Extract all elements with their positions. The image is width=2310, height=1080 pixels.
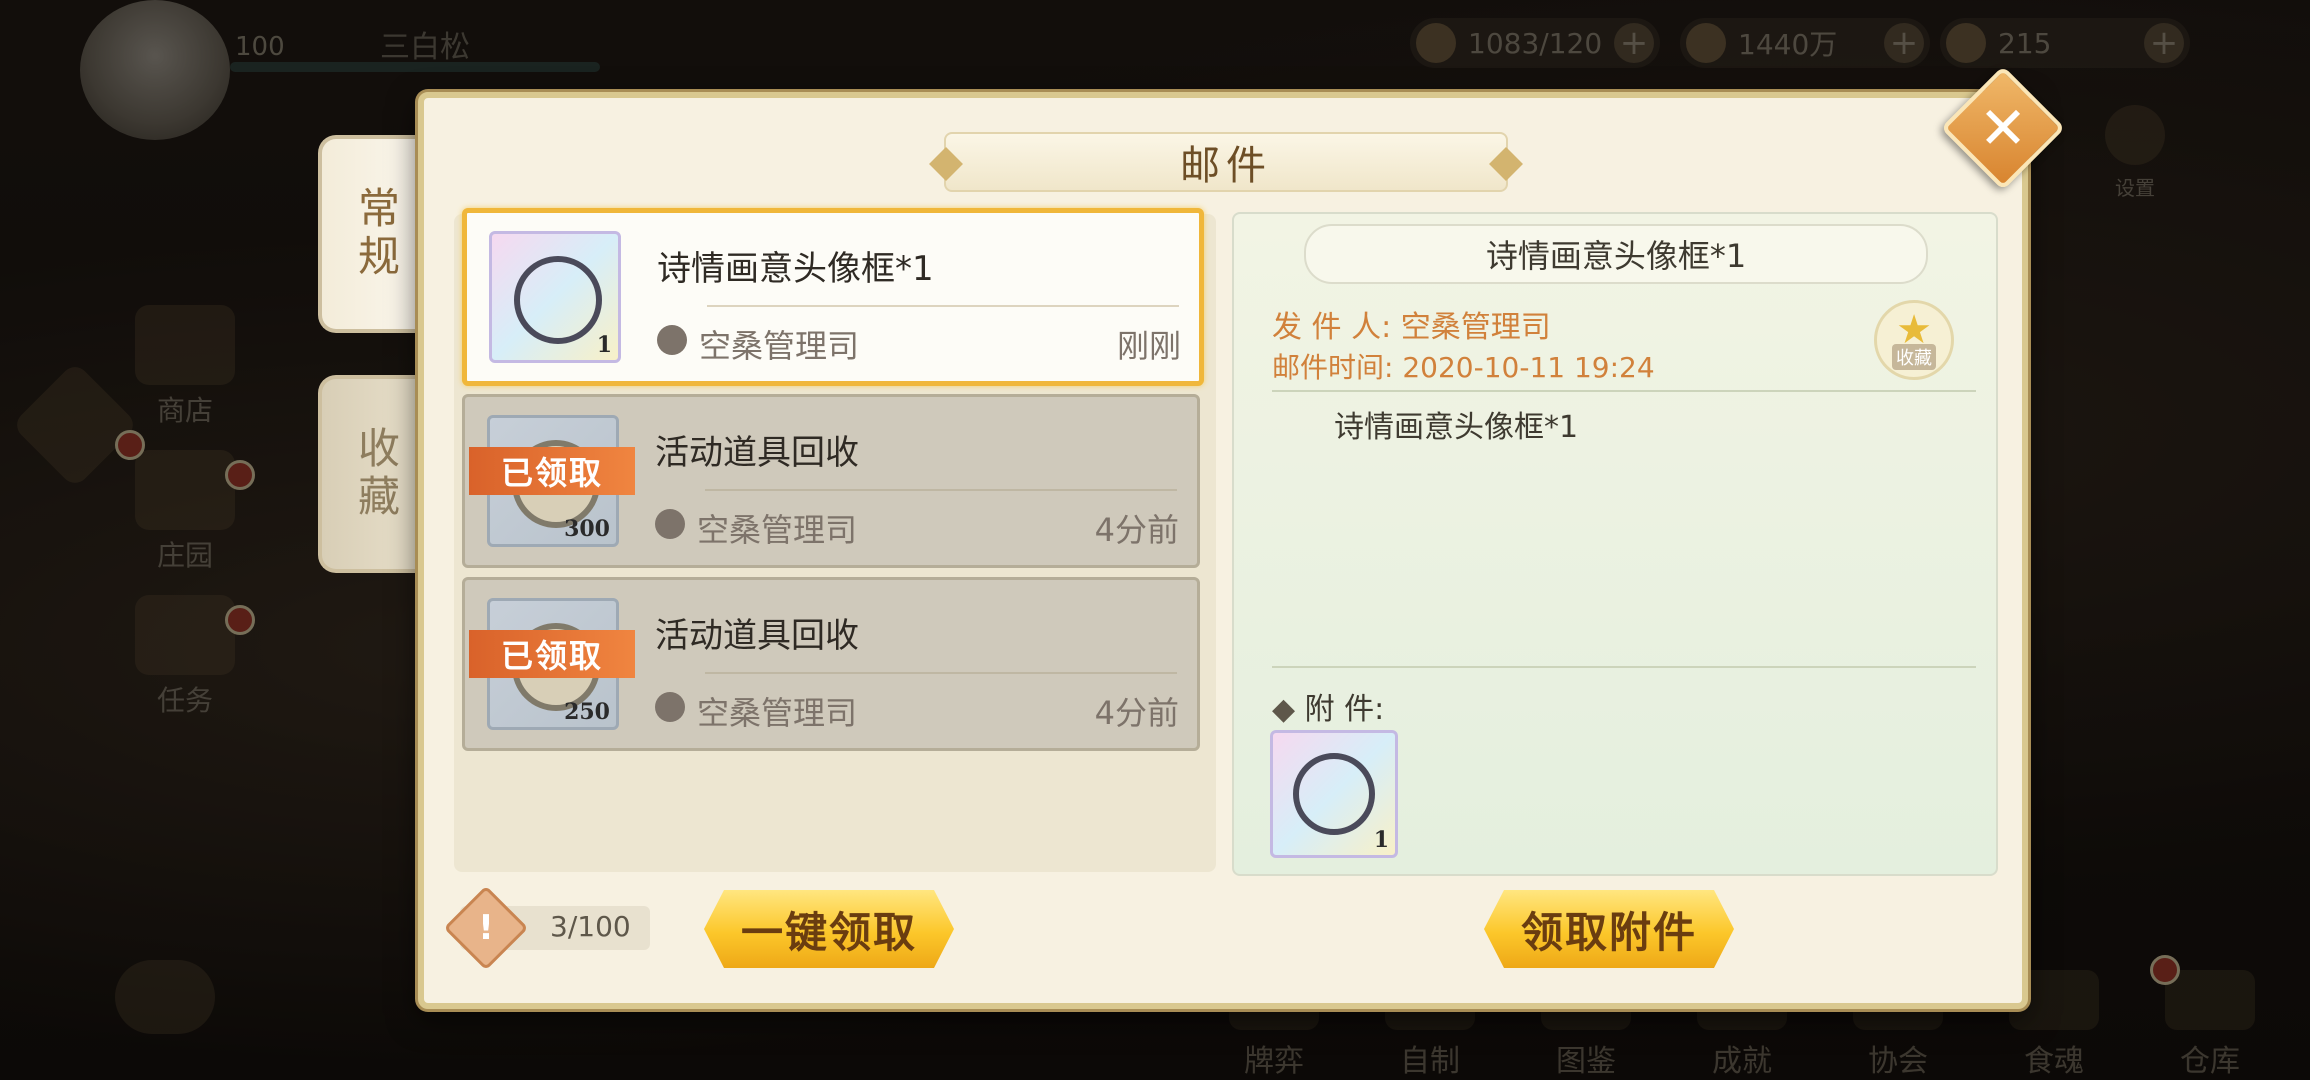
user-icon <box>655 509 685 539</box>
mail-list: 1 诗情画意头像框*1 空桑管理司 刚刚 300 已领取 活动道具回收 空桑管理… <box>454 208 1216 872</box>
item-qty: 250 <box>564 699 610 725</box>
sender-value: 空桑管理司 <box>1400 310 1551 345</box>
divider <box>705 672 1177 674</box>
item-qty: 1 <box>596 332 612 358</box>
claim-attachment-button[interactable]: 领取附件 <box>1484 890 1734 968</box>
mail-title: 活动道具回收 <box>655 433 859 473</box>
frame-ring <box>514 256 602 344</box>
detail-title: 诗情画意头像框*1 <box>1304 224 1928 284</box>
attachment-label-text: 附 件: <box>1304 692 1385 727</box>
mail-item[interactable]: 250 已领取 活动道具回收 空桑管理司 4分前 <box>462 577 1200 751</box>
mail-title: 诗情画意头像框*1 <box>657 249 934 289</box>
detail-time-row: 邮件时间: 2020-10-11 19:24 <box>1272 346 1655 386</box>
user-icon <box>657 325 687 355</box>
divider <box>705 489 1177 491</box>
favorite-button[interactable]: ★ 收藏 <box>1874 300 1954 380</box>
mail-sender: 空桑管理司 <box>697 511 858 549</box>
mail-sender: 空桑管理司 <box>697 694 858 732</box>
detail-sender-row: 发 件 人: 空桑管理司 <box>1272 302 1551 346</box>
diamond-ornament-icon <box>1489 147 1523 181</box>
mail-panel: 邮件 ✕ 1 诗情画意头像框*1 空桑管理司 刚刚 300 已领取 活动道具回收 <box>418 65 2066 1009</box>
panel-title-text: 邮件 <box>1180 143 1272 189</box>
mail-body: 诗情画意头像框*1 <box>1334 410 1579 445</box>
close-icon: ✕ <box>1978 94 2028 162</box>
mail-time: 4分前 <box>1094 511 1179 549</box>
favorite-label: 收藏 <box>1892 344 1936 370</box>
claim-all-button[interactable]: 一键领取 <box>704 890 954 968</box>
user-icon <box>655 692 685 722</box>
frame-ring <box>1293 753 1375 835</box>
mail-counter: ! 3/100 <box>443 885 650 971</box>
divider <box>1272 390 1976 392</box>
claimed-badge: 已领取 <box>469 447 635 495</box>
tab-favorites[interactable]: 收藏 <box>318 375 430 573</box>
tab-normal[interactable]: 常规 <box>318 135 430 333</box>
attachment-label: ◆ 附 件: <box>1272 684 1384 728</box>
diamond-ornament-icon <box>929 147 963 181</box>
attachment-item[interactable]: 1 <box>1270 730 1398 858</box>
sender-label: 发 件 人: <box>1272 310 1392 345</box>
warning-icon: ! <box>443 885 529 971</box>
mail-title: 活动道具回收 <box>655 616 859 656</box>
divider <box>707 305 1179 307</box>
tab-favorites-label: 收藏 <box>351 426 401 522</box>
divider <box>1272 666 1976 668</box>
mail-item[interactable]: 300 已领取 活动道具回收 空桑管理司 4分前 <box>462 394 1200 568</box>
item-qty: 300 <box>564 516 610 542</box>
mail-count: 3/100 <box>550 910 631 943</box>
tab-normal-label: 常规 <box>351 186 401 282</box>
claimed-badge: 已领取 <box>469 630 635 678</box>
mail-time: 刚刚 <box>1116 327 1181 365</box>
avatar-frame-icon: 1 <box>489 231 621 363</box>
mail-item[interactable]: 1 诗情画意头像框*1 空桑管理司 刚刚 <box>462 208 1204 386</box>
panel-title: 邮件 <box>929 132 1523 192</box>
item-qty: 1 <box>1373 827 1389 853</box>
diamond-bullet-icon: ◆ <box>1272 692 1305 727</box>
time-label: 邮件时间: <box>1272 351 1394 384</box>
mail-sender: 空桑管理司 <box>699 327 860 365</box>
time-value: 2020-10-11 19:24 <box>1402 351 1655 384</box>
mail-time: 4分前 <box>1094 694 1179 732</box>
mail-detail: 诗情画意头像框*1 发 件 人: 空桑管理司 邮件时间: 2020-10-11 … <box>1232 212 1998 876</box>
